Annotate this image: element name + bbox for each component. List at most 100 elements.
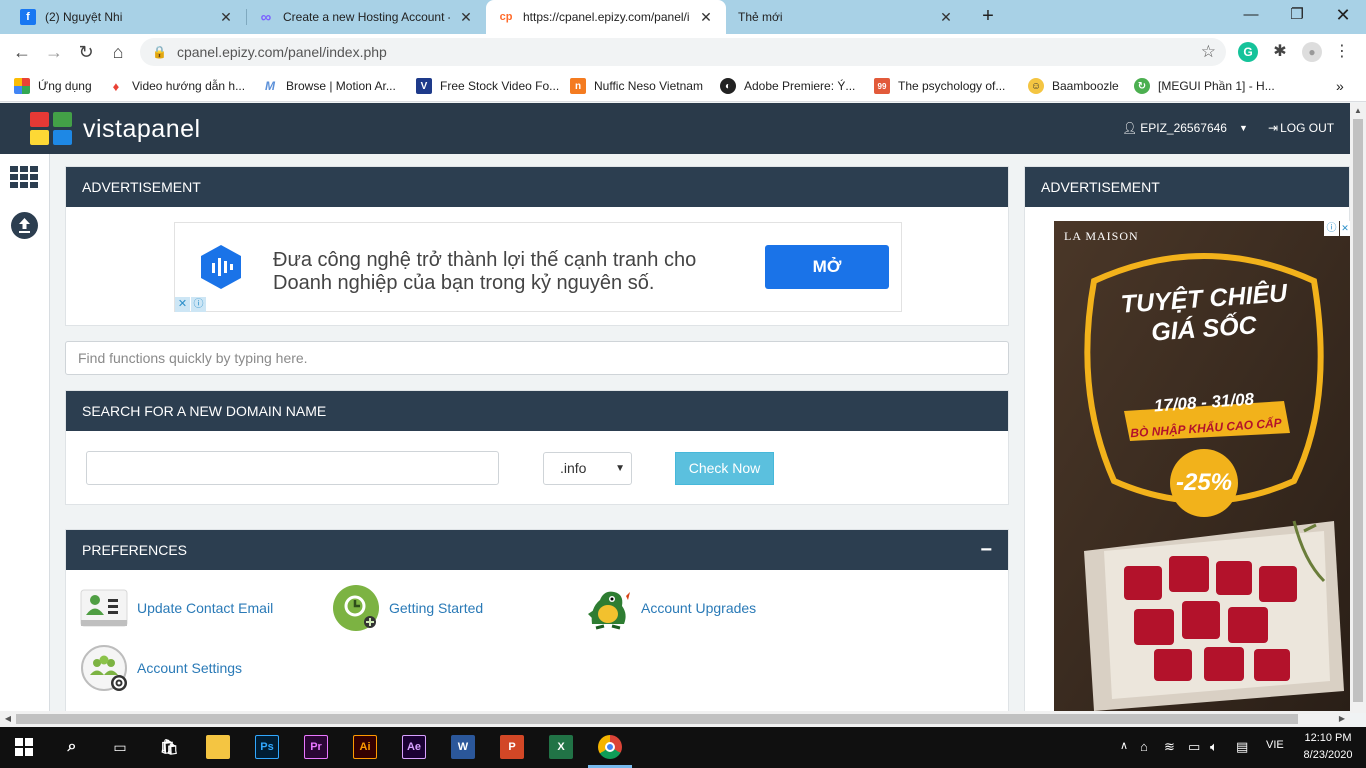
- ad-open-button[interactable]: MỞ: [765, 245, 889, 289]
- illustrator-icon[interactable]: Ai: [353, 735, 377, 759]
- tab-title: (2) Nguyệt Nhi: [45, 10, 123, 24]
- bookmark-baamboozle[interactable]: ☺ Baamboozle: [1028, 76, 1119, 96]
- user-menu[interactable]: 👤︎ EPIZ_26567646 ▼: [1122, 121, 1248, 135]
- notifications-icon[interactable]: ▤: [1236, 739, 1248, 755]
- tld-select[interactable]: .info ▼: [543, 452, 632, 485]
- nuffic-icon: n: [570, 78, 586, 94]
- show-hidden-icons[interactable]: ∧: [1120, 739, 1128, 752]
- bookmark-label: Browse | Motion Ar...: [286, 79, 396, 93]
- bookmark-label: The psychology of...: [898, 79, 1006, 93]
- bookmark-megui[interactable]: ↻ [MEGUI Phần 1] - H...: [1134, 76, 1275, 96]
- logout-label: LOG OUT: [1280, 121, 1335, 135]
- bookmark-star-icon[interactable]: ☆: [1201, 42, 1216, 62]
- horizontal-scroll-thumb[interactable]: [16, 714, 1298, 724]
- bookmark-psychology[interactable]: 99 The psychology of...: [874, 76, 1005, 96]
- ad-close-icon[interactable]: ✕: [175, 297, 190, 312]
- bookmark-motion-array[interactable]: M Browse | Motion Ar...: [262, 76, 396, 96]
- ad-discount: -25%: [1175, 469, 1233, 496]
- close-icon[interactable]: ✕: [218, 9, 234, 26]
- tab-create-hosting[interactable]: ∞ Create a new Hosting Account - I ✕: [246, 0, 486, 34]
- pref-label: Update Contact Email: [137, 600, 274, 616]
- grammarly-icon[interactable]: G: [1238, 42, 1258, 62]
- language-indicator[interactable]: VIE: [1266, 739, 1284, 751]
- ad-info-icon[interactable]: ⓘ: [1324, 221, 1339, 236]
- close-icon[interactable]: ✕: [458, 9, 474, 26]
- close-icon[interactable]: ✕: [938, 9, 954, 26]
- reload-button[interactable]: ↻: [74, 40, 98, 64]
- forward-button[interactable]: →: [42, 40, 66, 64]
- scroll-right-icon[interactable]: ▶: [1334, 711, 1350, 727]
- bookmark-label: Adobe Premiere: Ý...: [744, 79, 856, 93]
- function-search-input[interactable]: [65, 341, 1009, 375]
- windows-start-icon[interactable]: [12, 735, 36, 759]
- premiere-icon[interactable]: Pr: [304, 735, 328, 759]
- logo-grid-icon: [30, 112, 74, 146]
- horizontal-scrollbar[interactable]: ◀ ▶: [0, 711, 1350, 727]
- globe-icon: ◐: [720, 78, 736, 94]
- vertical-scroll-thumb[interactable]: [1353, 119, 1363, 702]
- word-icon[interactable]: W: [451, 735, 475, 759]
- url-text: cpanel.epizy.com/panel/index.php: [176, 44, 387, 60]
- after-effects-icon[interactable]: Ae: [402, 735, 426, 759]
- ad-close-icon[interactable]: ✕: [1340, 221, 1350, 236]
- bookmark-nuffic[interactable]: n Nuffic Neso Vietnam: [570, 76, 703, 96]
- network-wired-icon[interactable]: ⌂: [1140, 739, 1148, 754]
- volume-icon[interactable]: 🔈︎: [1210, 739, 1218, 755]
- powerpoint-icon[interactable]: P: [500, 735, 524, 759]
- wifi-icon[interactable]: ≋: [1164, 739, 1175, 755]
- pref-label: Account Upgrades: [641, 600, 757, 616]
- bookmark-free-stock[interactable]: V Free Stock Video Fo...: [416, 76, 559, 96]
- maximize-button[interactable]: ❐: [1274, 0, 1320, 32]
- panel-title: ADVERTISEMENT: [66, 167, 1008, 207]
- vistapanel-logo[interactable]: vistapanel: [30, 112, 201, 146]
- search-icon[interactable]: ⌕: [60, 735, 84, 759]
- chevron-down-icon: ▼: [615, 463, 625, 474]
- vertical-scrollbar[interactable]: ▲: [1350, 103, 1366, 713]
- tld-selected-value: .info: [560, 460, 587, 476]
- pref-account-settings[interactable]: Account Settings: [80, 644, 242, 692]
- minimize-button[interactable]: —: [1228, 0, 1274, 32]
- photoshop-icon[interactable]: Ps: [255, 735, 279, 759]
- pref-label: Getting Started: [389, 600, 484, 616]
- tab-facebook[interactable]: f (2) Nguyệt Nhi ✕: [8, 0, 246, 34]
- scroll-left-icon[interactable]: ◀: [0, 711, 16, 727]
- upload-icon[interactable]: [11, 212, 38, 239]
- grid-menu-icon[interactable]: [10, 166, 38, 188]
- scroll-up-icon[interactable]: ▲: [1350, 103, 1366, 119]
- ad-info-icon[interactable]: ⓘ: [191, 297, 206, 312]
- profile-avatar[interactable]: ●: [1302, 42, 1322, 62]
- collapse-icon[interactable]: −: [980, 530, 992, 570]
- pref-getting-started[interactable]: Getting Started: [332, 584, 483, 632]
- pref-update-contact-email[interactable]: Update Contact Email: [80, 584, 273, 632]
- home-button[interactable]: ⌂: [106, 40, 130, 64]
- excel-icon[interactable]: X: [549, 735, 573, 759]
- tab-new[interactable]: Thẻ mới ✕: [726, 0, 966, 34]
- tab-cpanel[interactable]: cp https://cpanel.epizy.com/panel/i ✕: [486, 0, 726, 34]
- bookmark-apps[interactable]: Ứng dụng: [14, 76, 92, 96]
- battery-icon[interactable]: ▭: [1188, 739, 1200, 755]
- bookmark-video[interactable]: ♦ Video hướng dẫn h...: [108, 76, 245, 96]
- new-tab-button[interactable]: +: [976, 4, 1000, 28]
- domain-name-input[interactable]: [86, 451, 499, 485]
- vistapanel-header: vistapanel 👤︎ EPIZ_26567646 ▼ ⇥ LOG OUT: [0, 103, 1350, 154]
- more-bookmarks-icon[interactable]: »: [1336, 76, 1344, 96]
- logout-button[interactable]: ⇥ LOG OUT: [1268, 121, 1334, 135]
- meat-promo-ad[interactable]: LA MAISON TUYỆT CHIÊU GIÁ SỐC 17/08 - 31…: [1054, 221, 1350, 711]
- clock[interactable]: 12:10 PM 8/23/2020: [1296, 730, 1360, 764]
- window-close-button[interactable]: ✕: [1320, 0, 1366, 32]
- bookmark-adobe-premiere[interactable]: ◐ Adobe Premiere: Ý...: [720, 76, 855, 96]
- pref-account-upgrades[interactable]: Account Upgrades: [584, 584, 756, 632]
- close-icon[interactable]: ✕: [698, 9, 714, 26]
- banner-ad[interactable]: Đưa công nghệ trở thành lợi thế cạnh tra…: [174, 222, 902, 312]
- menu-icon[interactable]: ⋮: [1332, 42, 1352, 62]
- preferences-panel: PREFERENCES − Update Contact Email Getti…: [65, 529, 1009, 713]
- extensions-icon[interactable]: ✱: [1270, 42, 1290, 62]
- address-bar[interactable]: 🔒 cpanel.epizy.com/panel/index.php ☆: [140, 38, 1226, 66]
- file-explorer-icon[interactable]: [206, 735, 230, 759]
- chrome-icon[interactable]: [598, 735, 622, 759]
- back-button[interactable]: ←: [10, 40, 34, 64]
- task-view-icon[interactable]: ▭: [108, 735, 132, 759]
- check-now-button[interactable]: Check Now: [675, 452, 774, 485]
- store-icon[interactable]: 🛍︎: [157, 735, 181, 759]
- panel-title: SEARCH FOR A NEW DOMAIN NAME: [66, 391, 1008, 431]
